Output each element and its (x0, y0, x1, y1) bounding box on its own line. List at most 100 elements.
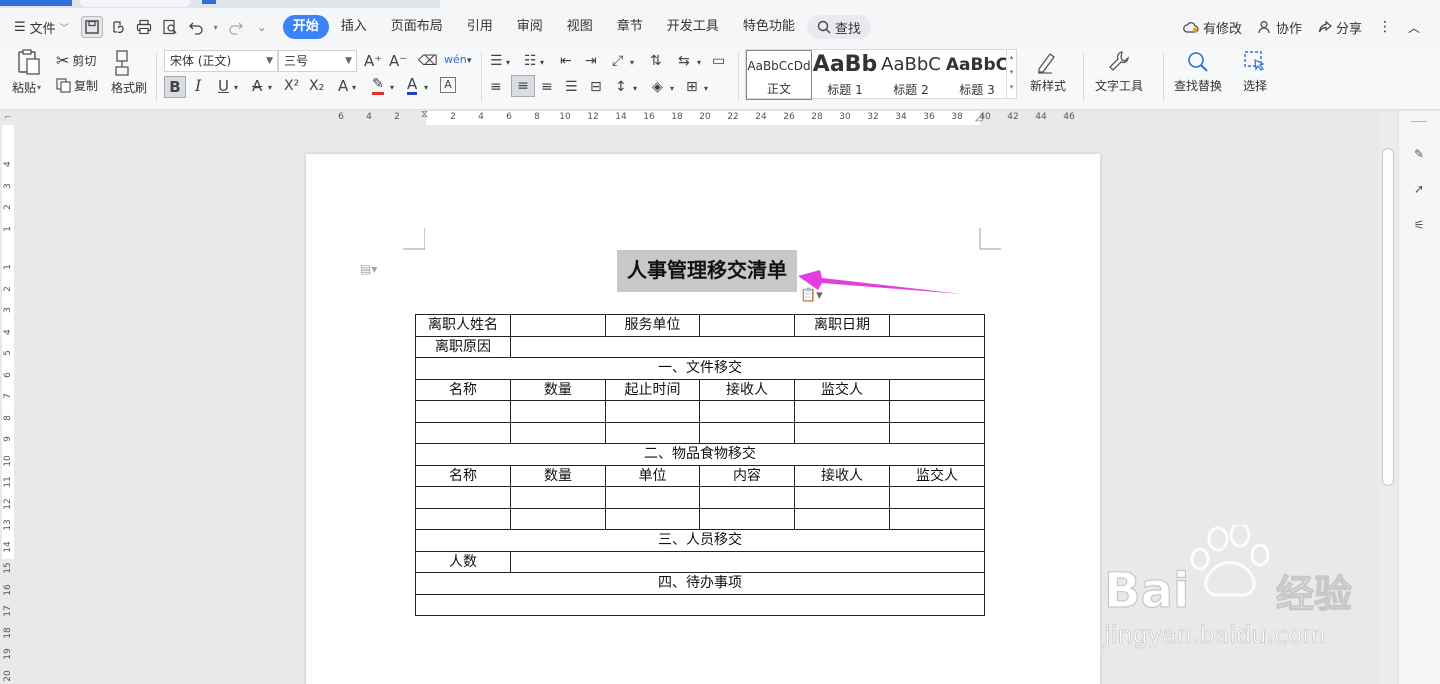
align-right-icon[interactable]: ≡ (541, 78, 553, 96)
print-preview-icon[interactable] (159, 16, 181, 38)
section-heading[interactable]: 四、待办事项 (415, 572, 985, 595)
table-cell[interactable] (415, 421, 511, 444)
tab-view[interactable]: 视图 (555, 15, 605, 39)
table-cell[interactable] (699, 486, 795, 509)
chevron-down-icon[interactable]: ▾ (540, 54, 544, 72)
undo-icon[interactable] (185, 16, 207, 38)
increase-font-size-icon[interactable]: A⁺ (364, 52, 382, 70)
bold-icon[interactable]: B (164, 76, 186, 98)
table-cell[interactable] (510, 550, 985, 573)
tab-special-features[interactable]: 特色功能 (731, 15, 807, 39)
section-heading[interactable]: 三、人员移交 (415, 529, 985, 552)
table-header-cell[interactable]: 内容 (699, 464, 795, 487)
table-cell[interactable] (889, 314, 985, 337)
decrease-indent-icon[interactable]: ⇤ (560, 52, 572, 70)
superscript-icon[interactable]: X² (284, 77, 299, 95)
horizontal-ruler[interactable]: ⌐ 6 4 2 2 4 6 8 10 12 14 16 18 20 22 24 26 28 30 32 34 36 38 4… (0, 110, 1380, 125)
section-heading[interactable]: 二、物品食物移交 (415, 443, 985, 466)
table-header-cell[interactable]: 起止时间 (605, 378, 700, 401)
table-cell[interactable]: 离职原因 (415, 335, 511, 358)
scrollbar-thumb[interactable] (1382, 148, 1394, 486)
table-cell[interactable] (699, 400, 795, 423)
chevron-down-icon[interactable]: ▾ (704, 80, 708, 98)
table-cell[interactable] (889, 486, 985, 509)
underline-icon[interactable]: U (218, 77, 229, 95)
table-cell[interactable] (794, 486, 890, 509)
chevron-down-icon[interactable]: ▾ (630, 54, 634, 72)
search-button[interactable]: 查找 (806, 15, 871, 39)
shading-icon[interactable]: ◈ (652, 78, 663, 96)
customize-toolbar-icon[interactable]: ⌄ (251, 16, 273, 38)
text-direction-icon[interactable]: ⇆ (678, 52, 690, 70)
justify-icon[interactable]: ☰ (565, 78, 578, 96)
export-icon[interactable] (107, 16, 129, 38)
table-cell[interactable] (889, 421, 985, 444)
document-tab[interactable] (80, 0, 190, 7)
table-cell[interactable] (415, 400, 511, 423)
modified-status-button[interactable]: 有修改 (1175, 18, 1250, 37)
tab-chapter[interactable]: 章节 (605, 15, 655, 39)
table-cell[interactable] (510, 314, 606, 337)
strikethrough-icon[interactable]: A (252, 77, 262, 95)
tab-developer[interactable]: 开发工具 (655, 15, 731, 39)
more-options-icon[interactable]: ⋮ (1370, 19, 1400, 35)
paste-dropdown[interactable]: 粘贴 ▾ (12, 79, 41, 96)
clear-format-icon[interactable]: ⌫ (418, 52, 438, 70)
table-cell[interactable] (699, 421, 795, 444)
tab-page-layout[interactable]: 页面布局 (379, 15, 455, 39)
table-header-cell[interactable]: 接收人 (699, 378, 795, 401)
collaborate-button[interactable]: 协作 (1250, 18, 1310, 37)
chevron-down-icon[interactable]: ▾ (697, 54, 701, 72)
pointer-icon[interactable]: ➚ (1409, 179, 1429, 199)
highlight-icon[interactable]: ✎ (372, 77, 384, 95)
table-cell[interactable]: 人数 (415, 550, 511, 573)
style-heading-2[interactable]: AaBbC 标题 2 (878, 50, 944, 100)
new-style-button[interactable]: 新样式 (1030, 49, 1066, 94)
chevron-down-icon[interactable]: ▾ (211, 16, 221, 38)
table-cell[interactable] (415, 486, 511, 509)
section-heading[interactable]: 一、文件移交 (415, 357, 985, 380)
collapse-ribbon-icon[interactable]: ︿ (1400, 19, 1428, 36)
style-normal[interactable]: AaBbCcDd 正文 (746, 50, 812, 100)
table-header-cell[interactable]: 监交人 (794, 378, 890, 401)
select-button[interactable]: 选择 (1242, 49, 1268, 94)
table-cell[interactable] (510, 486, 606, 509)
share-button[interactable]: 分享 (1310, 18, 1370, 37)
text-tools-button[interactable]: 文字工具 (1095, 49, 1143, 94)
table-cell[interactable] (889, 400, 985, 423)
table-cell[interactable] (415, 507, 511, 530)
table-header-cell[interactable]: 名称 (415, 464, 511, 487)
tab-stop-selector-icon[interactable]: ⌐ (4, 113, 12, 123)
table-header-cell[interactable]: 数量 (510, 378, 606, 401)
sliders-icon[interactable]: ⚟ (1409, 215, 1429, 235)
table-cell[interactable] (510, 507, 606, 530)
subscript-icon[interactable]: X₂ (309, 77, 324, 95)
chevron-down-icon[interactable]: ▾ (670, 80, 674, 98)
table-cell[interactable]: 离职日期 (794, 314, 890, 337)
chinese-layout-icon[interactable]: ⤢ (612, 52, 623, 70)
table-header-cell[interactable]: 监交人 (889, 464, 985, 487)
tab-review[interactable]: 审阅 (505, 15, 555, 39)
chevron-down-icon[interactable]: ▾ (633, 80, 637, 98)
decrease-font-size-icon[interactable]: A⁻ (389, 52, 407, 70)
font-size-select[interactable]: 三号 ▼ (278, 50, 357, 72)
file-menu[interactable]: ☰ 文件 ﹀ (0, 18, 79, 37)
table-cell[interactable] (605, 507, 700, 530)
bullet-list-icon[interactable]: ☰ (490, 52, 503, 70)
font-name-select[interactable]: 宋体 (正文) ▼ (164, 50, 278, 72)
chevron-down-icon[interactable]: ▾ (390, 79, 394, 97)
table-header-cell[interactable]: 接收人 (794, 464, 890, 487)
indent-marker-icon[interactable]: ⧖ (421, 110, 428, 120)
table-cell[interactable] (605, 421, 700, 444)
style-heading-3[interactable]: AaBbC 标题 3 (944, 50, 1010, 100)
chevron-down-icon[interactable]: ▾ (352, 79, 356, 97)
table-cell[interactable] (794, 507, 890, 530)
align-center-icon[interactable]: ≡ (511, 75, 535, 97)
table-header-cell[interactable] (889, 378, 985, 401)
table-cell[interactable] (699, 314, 795, 337)
paste-button[interactable] (12, 48, 46, 76)
table-cell[interactable] (605, 400, 700, 423)
chevron-down-icon[interactable]: ▾ (268, 79, 272, 97)
edit-icon[interactable]: ✎ (1409, 144, 1429, 164)
increase-indent-icon[interactable]: ⇥ (585, 52, 597, 70)
